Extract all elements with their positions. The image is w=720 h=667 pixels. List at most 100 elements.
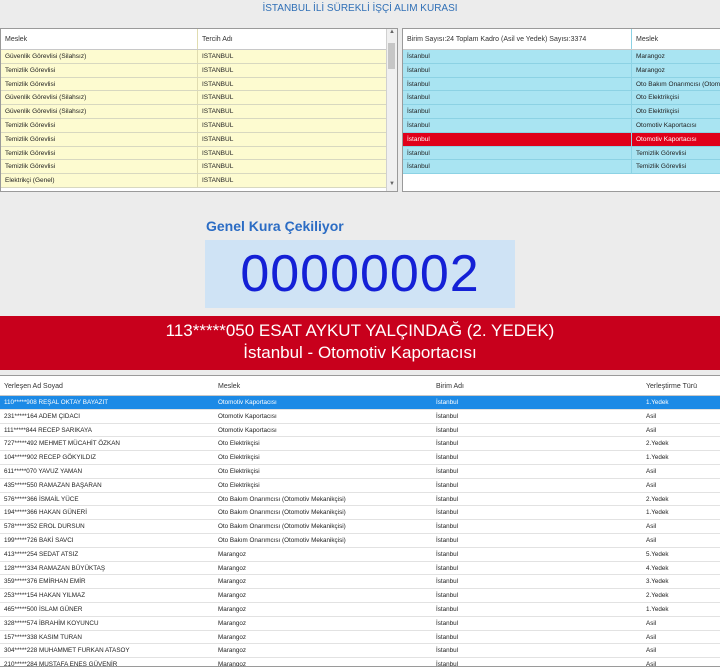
placement-row-cell: Marangoz: [218, 578, 247, 586]
placement-row[interactable]: 727*****492 MEHMET MÜCAHİT ÖZKAN Oto Elek…: [0, 437, 720, 452]
scroll-up-arrow-icon[interactable]: ▲: [387, 29, 397, 39]
left-grid-row[interactable]: Temizlik Görevlisi ISTANBUL: [1, 160, 397, 175]
column-header-tercih[interactable]: Tercih Adı: [198, 29, 381, 49]
left-grid-row[interactable]: Güvenlik Görevlisi (Silahsız) ISTANBUL: [1, 50, 397, 64]
placement-row[interactable]: 359*****376 EMİRHAN EMİR Marangoz İstanbul…: [0, 575, 720, 590]
right-grid-row-cell: İstanbul: [403, 118, 632, 132]
profession-preference-grid[interactable]: Meslek Tercih Adı Güvenlik Görevlisi (Si…: [0, 28, 398, 192]
placement-row[interactable]: 110*****908 REŞAL OKTAY BAYAZIT Otomotiv …: [0, 396, 720, 410]
placement-row[interactable]: 199*****726 BAKİ SAVCI Oto Bakım Onarımcı…: [0, 533, 720, 548]
left-grid-row-cell: ISTANBUL: [202, 177, 234, 185]
placement-row-cell: 194*****366 HAKAN GÜNERİ: [4, 509, 87, 517]
placement-row[interactable]: 576*****366 İSMAİL YÜCE Oto Bakım Onarımc…: [0, 492, 720, 507]
placement-row[interactable]: 157*****338 KASIM TURAN Marangoz İstanbul A…: [0, 630, 720, 645]
right-grid-row-cell: Marangoz: [636, 66, 665, 74]
placements-grid[interactable]: Yerleşen Ad Soyad Meslek Birim Adı Yerle…: [0, 375, 720, 667]
left-grid-row[interactable]: Temizlik Görevlisi ISTANBUL: [1, 146, 397, 161]
placement-row[interactable]: 231*****164 ADEM ÇIDACI Otomotiv Kaportac…: [0, 409, 720, 424]
placement-row-cell: İstanbul: [436, 481, 459, 489]
scroll-down-arrow-icon[interactable]: ▼: [387, 181, 397, 191]
placement-row[interactable]: 611*****070 YAVUZ YAMAN Oto Elektrikçisi İ…: [0, 464, 720, 479]
right-grid-row[interactable]: İstanbul Oto Elektrikçisi: [403, 91, 720, 106]
right-grid-row-cell: İstanbul: [403, 91, 632, 105]
placement-row-cell: Asil: [646, 523, 657, 531]
placement-row-cell: 111*****844 RECEP SARIKAYA: [4, 426, 92, 434]
placement-row-cell: Marangoz: [218, 564, 247, 572]
unit-grid[interactable]: Birim Sayısı:24 Toplam Kadro (Asil ve Ye…: [402, 28, 720, 192]
vertical-scrollbar[interactable]: ▲ ▼: [386, 29, 397, 191]
left-grid-row[interactable]: Temizlik Görevlisi ISTANBUL: [1, 118, 397, 133]
placement-row-cell: Asil: [646, 412, 657, 420]
column-header-meslek[interactable]: Meslek: [214, 376, 432, 395]
left-grid-row[interactable]: Temizlik Görevlisi ISTANBUL: [1, 77, 397, 92]
placement-row-cell: İstanbul: [436, 495, 459, 503]
right-grid-row-cell: Temizlik Görevlisi: [636, 163, 687, 171]
grid-body: Güvenlik Görevlisi (Silahsız) ISTANBUL Tem…: [1, 50, 397, 188]
placement-row-cell: Otomotiv Kaportacısı: [218, 399, 277, 406]
placement-row-cell: 110*****908 REŞAL OKTAY BAYAZIT: [4, 399, 109, 406]
placement-row-cell: İstanbul: [436, 454, 459, 462]
placement-row-cell: İstanbul: [436, 399, 459, 406]
grid-header: Yerleşen Ad Soyad Meslek Birim Adı Yerle…: [0, 376, 720, 396]
right-grid-row[interactable]: İstanbul Temizlik Görevlisi: [403, 146, 720, 161]
grid-header: Meslek Tercih Adı: [1, 29, 397, 50]
grid-body: İstanbul Marangoz İstanbul Marangoz İstanbul…: [403, 50, 720, 175]
right-grid-row-cell: Marangoz: [636, 53, 665, 60]
placement-row-cell: 328*****574 İBRAHİM KOYUNCU: [4, 619, 99, 627]
placement-row-cell: 1.Yedek: [646, 399, 669, 406]
right-grid-row-cell: Otomotiv Kaportacısı: [636, 121, 697, 129]
placement-row-cell: 359*****376 EMİRHAN EMİR: [4, 578, 86, 586]
placement-row[interactable]: 104*****902 RECEP GÖKYILDIZ Oto Elektrikç…: [0, 451, 720, 465]
placement-row[interactable]: 253*****154 HAKAN YILMAZ Marangoz İstanbul…: [0, 589, 720, 603]
left-grid-row[interactable]: Temizlik Görevlisi ISTANBUL: [1, 63, 397, 78]
placement-row[interactable]: 465*****500 İSLAM GÜNER Marangoz İstanbul 1…: [0, 602, 720, 617]
placement-row-cell: Asil: [646, 619, 657, 627]
placement-row-cell: Oto Bakım Onarımcısı (Otomotiv Mekanikçi…: [218, 523, 346, 531]
column-header-yerlestirme-turu[interactable]: Yerleştirme Türü: [642, 376, 706, 395]
placement-row[interactable]: 210*****284 MUSTAFA ENES GÜVENİR Marangoz…: [0, 658, 720, 667]
placement-row[interactable]: 194*****366 HAKAN GÜNERİ Oto Bakım Onarım…: [0, 506, 720, 521]
right-grid-row[interactable]: İstanbul Marangoz: [403, 63, 720, 78]
winner-banner: 113*****050 ESAT AYKUT YALÇINDAĞ (2. YED…: [0, 316, 720, 370]
left-grid-row-cell: Temizlik Görevlisi: [1, 77, 198, 91]
right-grid-row[interactable]: İstanbul Oto Elektrikçisi: [403, 105, 720, 119]
right-grid-row-cell: Oto Elektrikçisi: [636, 94, 679, 102]
right-grid-row-cell: Otomotiv Kaportacısı: [636, 135, 697, 143]
placement-row[interactable]: 413*****254 SEDAT ATSIZ Marangoz İstanbul 5…: [0, 547, 720, 562]
left-grid-row[interactable]: Temizlik Görevlisi ISTANBUL: [1, 132, 397, 147]
right-grid-row[interactable]: İstanbul Otomotiv Kaportacısı: [403, 118, 720, 133]
placement-row-cell: Asil: [646, 647, 657, 655]
left-grid-row-cell: Temizlik Görevlisi: [1, 146, 198, 160]
column-header-meslek[interactable]: Meslek: [632, 29, 720, 49]
placement-row-cell: 128*****334 RAMAZAN BÜYÜKTAŞ: [4, 564, 106, 572]
right-grid-row-cell: İstanbul: [403, 146, 632, 160]
left-grid-row-cell: ISTANBUL: [202, 108, 234, 116]
placement-row[interactable]: 304*****228 MUHAMMET FURKAN ATASOY Marang…: [0, 644, 720, 659]
column-header-meslek[interactable]: Meslek: [1, 29, 198, 49]
grid-body: 110*****908 REŞAL OKTAY BAYAZIT Otomotiv …: [0, 396, 720, 667]
placement-row[interactable]: 111*****844 RECEP SARIKAYA Otomotiv Kapor…: [0, 423, 720, 438]
left-grid-row[interactable]: Elektrikçi (Genel) ISTANBUL: [1, 174, 397, 188]
placement-row-cell: 157*****338 KASIM TURAN: [4, 633, 82, 641]
right-grid-row[interactable]: İstanbul Otomotiv Kaportacısı: [403, 132, 720, 147]
column-header-birim-adi[interactable]: Birim Adı: [432, 376, 642, 395]
page-title: İSTANBUL İLİ SÜREKLİ İŞÇİ ALIM KURASI: [262, 3, 458, 14]
left-grid-row-cell: Güvenlik Görevlisi (Silahsız): [1, 50, 198, 63]
scroll-thumb[interactable]: [388, 43, 395, 69]
right-grid-row[interactable]: İstanbul Marangoz: [403, 50, 720, 64]
placement-row[interactable]: 435*****550 RAMAZAN BAŞARAN Oto Elektrikç…: [0, 478, 720, 493]
right-grid-row[interactable]: İstanbul Temizlik Görevlisi: [403, 160, 720, 175]
placement-row[interactable]: 128*****334 RAMAZAN BÜYÜKTAŞ Marangoz İsta…: [0, 561, 720, 576]
placement-row[interactable]: 328*****574 İBRAHİM KOYUNCU Marangoz İstan…: [0, 616, 720, 631]
placement-row[interactable]: 578*****352 EROL DURSUN Oto Bakım Onarımc…: [0, 520, 720, 534]
column-header-ad-soyad[interactable]: Yerleşen Ad Soyad: [0, 376, 214, 395]
placement-row-cell: Oto Bakım Onarımcısı (Otomotiv Mekanikçi…: [218, 509, 346, 517]
left-grid-row[interactable]: Güvenlik Görevlisi (Silahsız) ISTANBUL: [1, 91, 397, 106]
right-grid-row[interactable]: İstanbul Oto Bakım Onarımcısı (Otomotiv: [403, 77, 720, 92]
right-grid-row-cell: İstanbul: [403, 50, 632, 63]
placement-row-cell: Asil: [646, 633, 657, 641]
left-grid-row-cell: ISTANBUL: [202, 66, 234, 74]
column-header-birim-sayisi[interactable]: Birim Sayısı:24 Toplam Kadro (Asil ve Ye…: [403, 29, 632, 49]
left-grid-row[interactable]: Güvenlik Görevlisi (Silahsız) ISTANBUL: [1, 105, 397, 119]
placement-row-cell: Asil: [646, 661, 657, 667]
